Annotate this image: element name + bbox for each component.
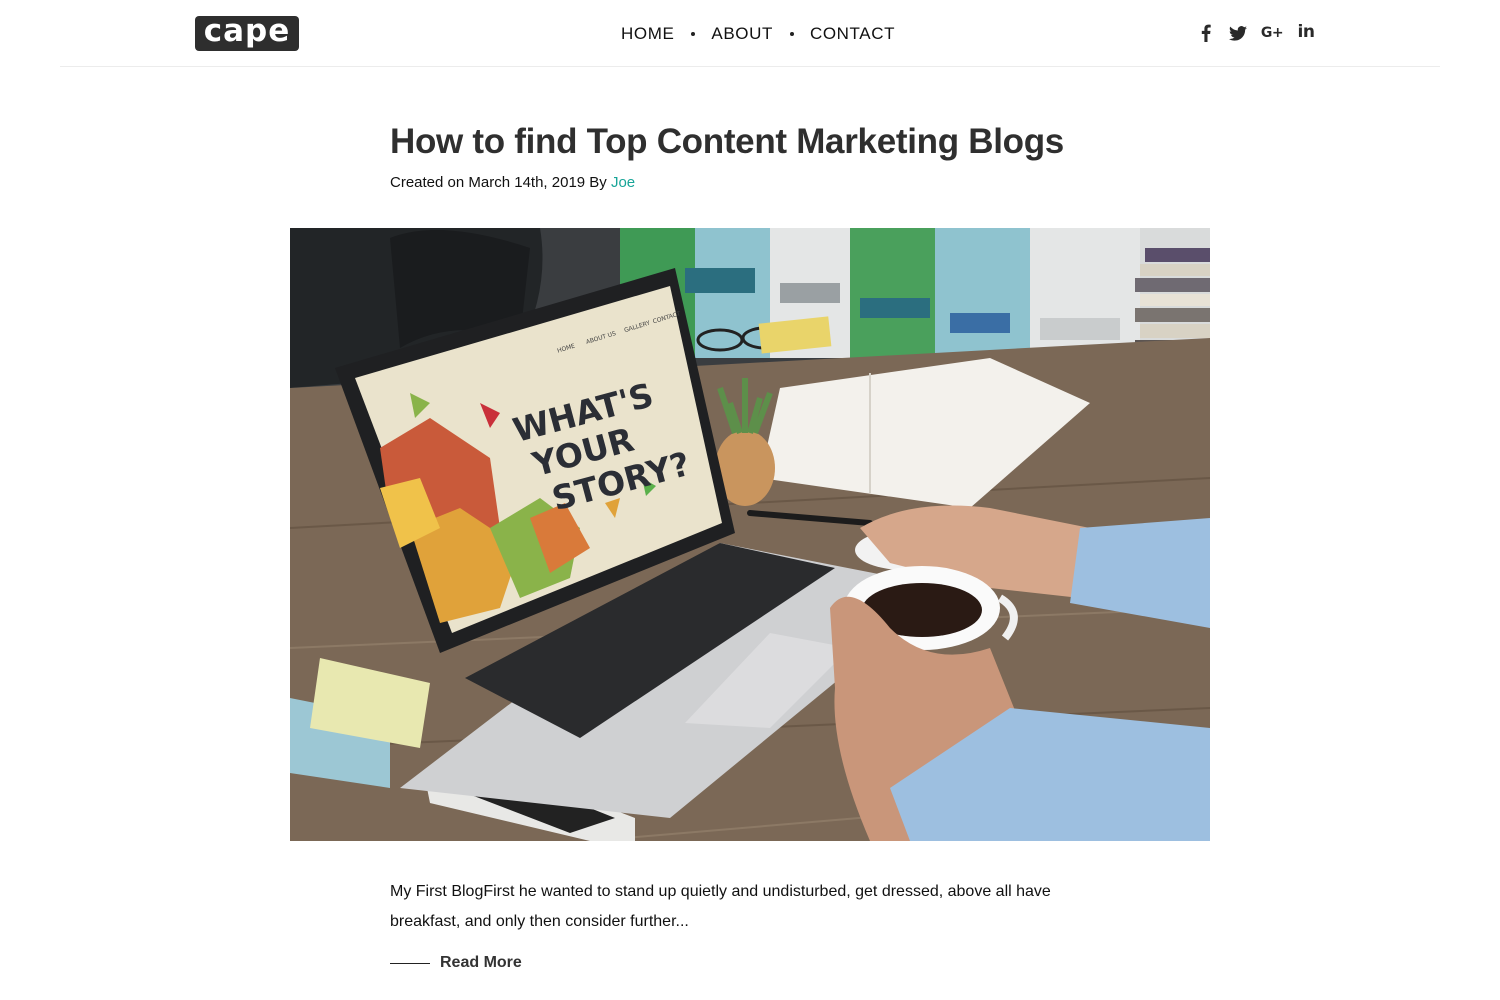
read-more-link[interactable]: Read More — [390, 951, 522, 975]
post-meta: Created on March 14th, 2019 By Joe — [390, 173, 1110, 193]
nav-separator — [691, 32, 696, 36]
main-nav: HOME ABOUT CONTACT — [621, 24, 895, 44]
google-plus-label: G+ — [1260, 25, 1284, 41]
post-featured-image[interactable]: WHAT'S YOUR STORY? HOME ABOUT US GALLERY… — [290, 228, 1210, 841]
post-date: Created on March 14th, 2019 By — [390, 174, 607, 191]
logo[interactable]: cape — [195, 16, 299, 51]
read-more-label: Read More — [440, 954, 522, 971]
linkedin-label: in — [1297, 21, 1315, 42]
logo-text: cape — [203, 13, 291, 49]
nav-contact-link[interactable]: CONTACT — [810, 24, 895, 44]
post-header: How to find Top Content Marketing Blogs … — [390, 120, 1110, 193]
site-header: cape HOME ABOUT CONTACT G+ in — [0, 0, 1500, 67]
header-divider — [60, 66, 1440, 67]
post-title: How to find Top Content Marketing Blogs — [390, 122, 1064, 161]
post-excerpt: My First BlogFirst he wanted to stand up… — [390, 883, 1051, 930]
social-links: G+ in — [1196, 22, 1328, 44]
read-more-line — [390, 962, 430, 964]
featured-image-illustration: WHAT'S YOUR STORY? HOME ABOUT US GALLERY… — [290, 228, 1210, 841]
twitter-icon[interactable] — [1228, 22, 1248, 44]
google-plus-icon[interactable]: G+ — [1260, 22, 1284, 44]
nav-home-link[interactable]: HOME — [621, 24, 674, 44]
nav-about-link[interactable]: ABOUT — [711, 24, 773, 44]
author-link[interactable]: Joe — [611, 174, 635, 191]
facebook-icon[interactable] — [1196, 22, 1216, 44]
nav-separator — [789, 32, 794, 36]
linkedin-icon[interactable]: in — [1296, 22, 1316, 44]
